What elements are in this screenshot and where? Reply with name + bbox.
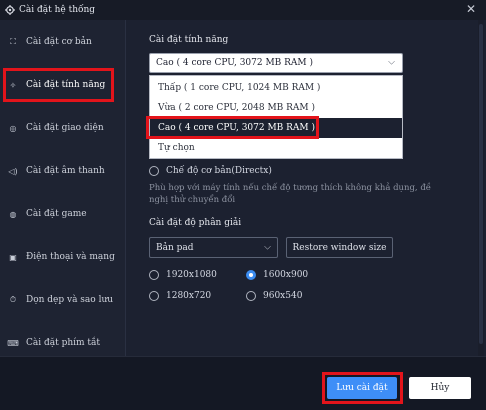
resolution-mode-value: Bản pad (156, 242, 194, 253)
title-bar: Cài đặt hệ thống ✕ (0, 0, 486, 20)
performance-select[interactable]: Cao ( 4 core CPU, 3072 MB RAM ) ⌵ (149, 53, 403, 73)
sidebar-item-game[interactable]: ◍ Cài đặt game (0, 200, 126, 228)
performance-icon: ✧ (9, 80, 17, 90)
sidebar-item-label: Dọn dẹp và sao lưu (26, 295, 114, 305)
sidebar-item-basic[interactable]: ⛶ Cài đặt cơ bản (0, 28, 126, 56)
sidebar-item-label: Cài đặt giao diện (26, 123, 104, 133)
chevron-down-icon: ⌵ (388, 57, 395, 68)
performance-dropdown-list: Thấp ( 1 core CPU, 1024 MB RAM ) Vừa ( 2… (149, 75, 403, 159)
performance-section-title: Cài đặt tính năng (149, 35, 229, 45)
sidebar-item-label: Cài đặt game (26, 209, 87, 219)
resolution-mode-select[interactable]: Bản pad ⌵ (149, 237, 278, 258)
sidebar-item-cleanup[interactable]: ⏱ Dọn dẹp và sao lưu (0, 286, 126, 314)
sidebar-item-label: Cài đặt tính năng (26, 80, 106, 90)
performance-option-custom[interactable]: Tự chọn (150, 138, 402, 158)
sidebar-item-sound[interactable]: ◁) Cài đặt âm thanh (0, 157, 126, 185)
restore-window-size-button[interactable]: Restore window size (286, 237, 393, 258)
scrollbar-thumb[interactable] (479, 24, 483, 344)
resolution-radio-1280x720[interactable] (149, 291, 159, 301)
resolution-radio-1600x900[interactable] (246, 270, 256, 280)
settings-sidebar: ⛶ Cài đặt cơ bản ✧ Cài đặt tính năng ◎ C… (0, 20, 126, 356)
resolution-radio-960x540[interactable] (246, 291, 256, 301)
settings-gear-icon (5, 5, 15, 15)
close-icon[interactable]: ✕ (466, 2, 476, 16)
cleanup-icon: ⏱ (9, 295, 17, 304)
main-scrollbar[interactable] (478, 20, 484, 356)
resolution-label-1920x1080: 1920x1080 (166, 270, 217, 280)
sidebar-item-phone-network[interactable]: ▣ Điện thoại và mạng (0, 243, 126, 271)
sidebar-item-label: Cài đặt âm thanh (26, 166, 105, 176)
game-icon: ◍ (9, 209, 17, 219)
performance-option-high[interactable]: Cao ( 4 core CPU, 3072 MB RAM ) (150, 118, 402, 138)
resolution-section-title: Cài đặt độ phân giải (149, 218, 242, 228)
sidebar-item-label: Điện thoại và mạng (26, 252, 115, 262)
sliders-icon: ⛶ (10, 37, 16, 46)
chevron-down-icon: ⌵ (264, 242, 271, 252)
sidebar-item-performance[interactable]: ✧ Cài đặt tính năng (0, 71, 126, 99)
performance-option-medium[interactable]: Vừa ( 2 core CPU, 2048 MB RAM ) (150, 98, 402, 118)
render-mode-label: Chế độ cơ bản(Directx) (166, 166, 272, 176)
keyboard-icon: ⌨ (7, 338, 19, 348)
performance-select-value: Cao ( 4 core CPU, 3072 MB RAM ) (156, 58, 314, 68)
cancel-button[interactable]: Hủy (409, 377, 471, 399)
resolution-radio-1920x1080[interactable] (149, 270, 159, 280)
sound-icon: ◁) (8, 166, 18, 176)
phone-icon: ▣ (9, 252, 17, 262)
sidebar-item-label: Cài đặt cơ bản (26, 37, 92, 47)
display-icon: ◎ (9, 123, 17, 133)
render-mode-description: Phù hợp với máy tính nếu chế độ tương th… (149, 183, 431, 205)
resolution-label-960x540: 960x540 (263, 291, 303, 301)
sidebar-item-shortcuts[interactable]: ⌨ Cài đặt phím tắt (0, 329, 126, 357)
resolution-label-1600x900: 1600x900 (263, 270, 309, 280)
sidebar-item-label: Cài đặt phím tắt (26, 338, 101, 348)
resolution-label-1280x720: 1280x720 (166, 291, 212, 301)
performance-option-low[interactable]: Thấp ( 1 core CPU, 1024 MB RAM ) (150, 78, 402, 98)
window-title: Cài đặt hệ thống (19, 5, 96, 15)
render-mode-radio[interactable] (149, 166, 159, 176)
sidebar-item-display[interactable]: ◎ Cài đặt giao diện (0, 114, 126, 142)
save-settings-button[interactable]: Lưu cài đặt (327, 377, 397, 399)
